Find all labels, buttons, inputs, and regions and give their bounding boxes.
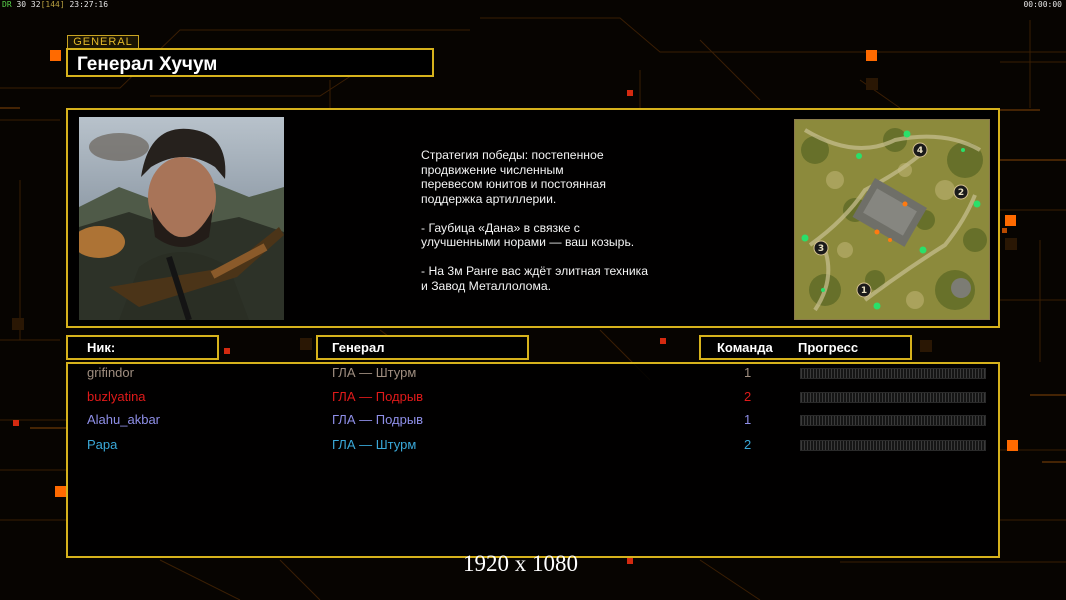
player-general: ГЛА — Штурм [332, 437, 417, 452]
game-timer: 00:00:00 [1023, 0, 1062, 9]
player-nick: buzlyatina [87, 389, 146, 404]
player-nick: Papa [87, 437, 118, 452]
general-name-title: Генерал Хучум [66, 48, 434, 77]
player-team: 2 [744, 437, 752, 452]
player-team: 2 [744, 389, 752, 404]
progress-bar [800, 440, 986, 451]
clock: 23:27:16 [69, 0, 109, 9]
fps-value: 30 32 [16, 0, 41, 9]
general-portrait [79, 117, 284, 320]
ping-value: [144] [40, 0, 65, 9]
fps-counter: DR 30 32[144] 23:27:16 [2, 0, 108, 9]
player-team: 1 [744, 365, 752, 380]
header-team-progress: Команда Прогресс [699, 335, 912, 360]
map-preview: 4 2 3 1 [794, 119, 990, 320]
header-general: Генерал [316, 335, 529, 360]
player-row: buzlyatina ГЛА — Подрыв 2 [0, 387, 1066, 407]
header-progress: Прогресс [798, 340, 859, 355]
header-team: Команда [717, 340, 773, 355]
player-nick: Alahu_akbar [87, 412, 160, 427]
strategy-description: Стратегия победы: постепенное продвижени… [421, 148, 649, 293]
header-nick: Ник: [66, 335, 219, 360]
spawn-1-label: 1 [861, 286, 867, 296]
progress-bar [800, 415, 986, 426]
player-team: 1 [744, 412, 752, 427]
player-row: Papa ГЛА — Штурм 2 [0, 435, 1066, 455]
progress-bar [800, 392, 986, 403]
player-row: grifindor ГЛА — Штурм 1 [0, 363, 1066, 383]
spawn-3-label: 3 [818, 244, 824, 254]
player-nick: grifindor [87, 365, 134, 380]
spawn-4-label: 4 [917, 146, 923, 156]
player-general: ГЛА — Подрыв [332, 389, 424, 404]
fps-label: DR [2, 0, 12, 9]
player-row: Alahu_akbar ГЛА — Подрыв 1 [0, 410, 1066, 430]
progress-bar [800, 368, 986, 379]
resolution-label: 1920 x 1080 [463, 551, 578, 576]
spawn-2-label: 2 [958, 188, 964, 198]
player-general: ГЛА — Штурм [332, 365, 417, 380]
player-general: ГЛА — Подрыв [332, 412, 424, 427]
